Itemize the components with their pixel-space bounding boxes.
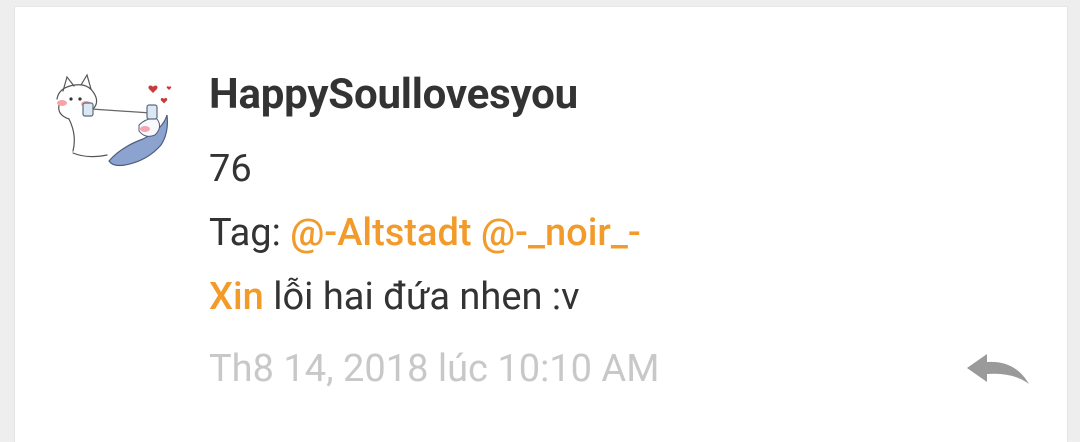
mention-noir[interactable]: @-_noir_- xyxy=(481,211,641,255)
apology-text: lỗi hai đứa nhen :v xyxy=(263,275,580,319)
comment-line-number: 76 xyxy=(209,147,252,191)
tag-label: Tag: xyxy=(209,211,291,255)
comment-card: HappySoullovesyou 76 Tag: @-Altstadt @-_… xyxy=(14,6,1068,442)
mention-xin[interactable]: Xin xyxy=(209,275,264,319)
comment-line-tags: Tag: @-Altstadt @-_noir_- xyxy=(209,211,641,255)
avatar[interactable] xyxy=(47,69,173,169)
mention-altstadt[interactable]: @-Altstadt xyxy=(290,211,471,255)
comment-timestamp: Th8 14, 2018 lúc 10:10 AM xyxy=(209,347,660,391)
username[interactable]: HappySoullovesyou xyxy=(209,70,578,119)
comment-line-apology: Xin lỗi hai đứa nhen :v xyxy=(209,275,580,319)
app-frame: HappySoullovesyou 76 Tag: @-Altstadt @-_… xyxy=(0,0,1080,442)
comment-number: 76 xyxy=(209,147,252,191)
reply-arrow-icon[interactable] xyxy=(965,350,1031,390)
